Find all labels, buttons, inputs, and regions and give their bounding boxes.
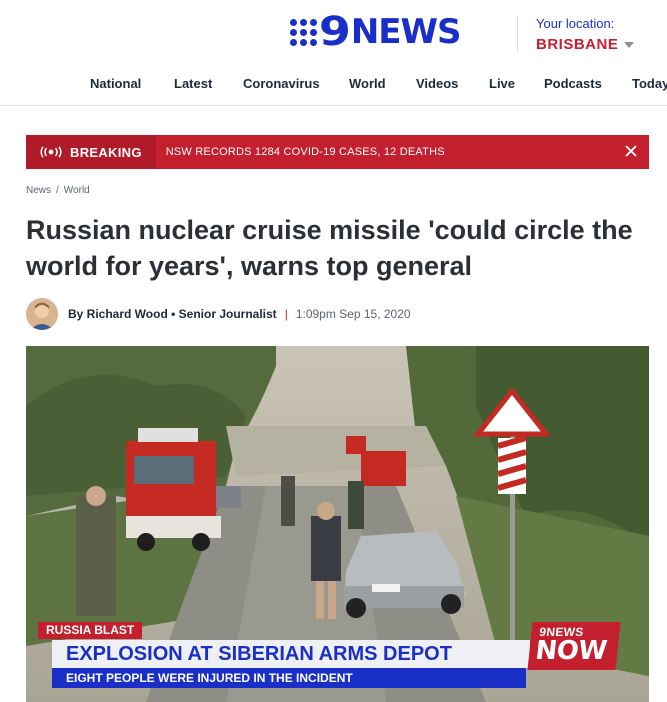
- breadcrumb-news[interactable]: News: [26, 185, 51, 196]
- byline-divider: |: [284, 307, 288, 321]
- nav-item-live[interactable]: Live: [489, 76, 515, 91]
- location-selector[interactable]: BRISBANE: [536, 36, 635, 53]
- logo-dots-icon: [290, 18, 317, 46]
- breadcrumb: News / World: [26, 185, 90, 196]
- nav-item-latest[interactable]: Latest: [174, 76, 212, 91]
- location-city: BRISBANE: [536, 36, 619, 53]
- 9news-logo[interactable]: 9 NEWS: [290, 9, 462, 55]
- nav-item-podcasts[interactable]: Podcasts: [544, 76, 602, 91]
- video-tag-label: RUSSIA BLAST: [38, 622, 143, 639]
- logo-nine: 9: [318, 9, 351, 55]
- nav-item-national[interactable]: National: [90, 76, 141, 91]
- breadcrumb-separator: /: [56, 185, 59, 196]
- nav-item-world[interactable]: World: [349, 76, 386, 91]
- site-header: 9 NEWS Your location: BRISBANE National …: [0, 0, 667, 106]
- video-subline: EIGHT PEOPLE WERE INJURED IN THE INCIDEN…: [52, 668, 526, 688]
- breaking-news-bar[interactable]: BREAKING NSW RECORDS 1284 COVID-19 CASES…: [26, 135, 649, 169]
- breaking-tag: BREAKING: [26, 135, 156, 169]
- byline: By Richard Wood • Senior Journalist | 1:…: [68, 307, 411, 321]
- publish-date: 1:09pm Sep 15, 2020: [295, 307, 411, 321]
- location-label: Your location:: [536, 16, 615, 31]
- nav-item-today[interactable]: Today: [632, 76, 667, 91]
- chevron-down-icon: [624, 41, 635, 48]
- logo-text: NEWS: [350, 12, 462, 52]
- badge-now: NOW: [533, 636, 609, 666]
- 9news-now-badge: 9NEWS NOW: [527, 622, 621, 670]
- breaking-headline[interactable]: NSW RECORDS 1284 COVID-19 CASES, 12 DEAT…: [166, 146, 445, 158]
- nav-item-videos[interactable]: Videos: [416, 76, 458, 91]
- broadcast-icon: [40, 146, 62, 158]
- location-divider: [517, 16, 518, 52]
- author-name[interactable]: By Richard Wood • Senior Journalist: [68, 307, 277, 321]
- breadcrumb-world[interactable]: World: [64, 185, 90, 196]
- close-icon[interactable]: [621, 141, 641, 161]
- breaking-label: BREAKING: [70, 144, 142, 160]
- nav-item-coronavirus[interactable]: Coronavirus: [243, 76, 320, 91]
- article-title: Russian nuclear cruise missile 'could ci…: [26, 215, 633, 281]
- video-headline: EXPLOSION AT SIBERIAN ARMS DEPOT: [52, 640, 530, 668]
- author-avatar[interactable]: [26, 298, 58, 330]
